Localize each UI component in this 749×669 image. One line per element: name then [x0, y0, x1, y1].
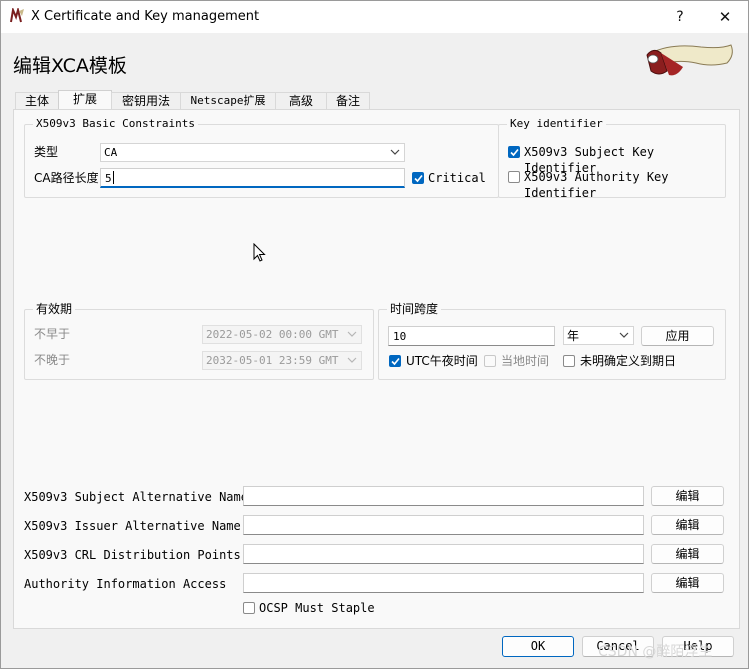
type-label: 类型 [34, 145, 59, 159]
ok-button[interactable]: OK [502, 636, 574, 657]
extension-label: X509v3 CRL Distribution Points [24, 548, 241, 562]
not-after-value: 2032-05-01 23:59 GMT [206, 354, 339, 367]
issuer-alt-name-input[interactable] [243, 515, 644, 535]
chevron-down-icon [347, 331, 357, 337]
tab-comment[interactable]: 备注 [326, 92, 370, 110]
tab-advanced[interactable]: 高级 [275, 92, 327, 110]
check-icon [510, 148, 519, 157]
chevron-down-icon [390, 149, 400, 155]
critical-label: Critical [428, 171, 486, 185]
check-icon [414, 174, 423, 183]
extension-label: X509v3 Subject Alternative Name [24, 490, 248, 504]
extension-label: Authority Information Access [24, 577, 227, 591]
tab-netscape[interactable]: Netscape扩展 [180, 92, 276, 110]
basic-constraints-group: X509v3 Basic Constraints 类型 CA CA路径长度 5 … [24, 117, 499, 198]
ca-type-value: CA [104, 146, 118, 159]
not-before-value: 2022-05-02 00:00 GMT [206, 328, 339, 341]
title-bar[interactable]: X Certificate and Key management ? ✕ [1, 1, 748, 33]
local-time-checkbox[interactable] [484, 355, 496, 367]
xca-template-dialog: X Certificate and Key management ? ✕ 编辑X… [0, 0, 749, 669]
path-length-value: 5 [105, 172, 112, 185]
time-unit-select[interactable]: 年 [563, 326, 634, 345]
edit-crl-distribution-button[interactable]: 编辑 [651, 544, 724, 564]
edit-authority-info-access-button[interactable]: 编辑 [651, 573, 724, 593]
basic-constraints-title: X509v3 Basic Constraints [33, 117, 198, 131]
validity-group: 有效期 不早于 2022-05-02 00:00 GMT 不晚于 2032-05… [24, 302, 374, 380]
ocsp-must-staple-checkbox[interactable] [243, 602, 255, 614]
authority-key-id-checkbox[interactable] [508, 171, 520, 183]
time-amount-input[interactable]: 10 [388, 326, 555, 346]
subject-key-id-checkbox[interactable] [508, 146, 520, 158]
close-window-button[interactable]: ✕ [702, 1, 748, 33]
extensions-panel: X509v3 Basic Constraints 类型 CA CA路径长度 5 … [13, 109, 740, 629]
chevron-down-icon [619, 332, 629, 338]
utc-midnight-label: UTC午夜时间 [406, 354, 478, 368]
utc-midnight-checkbox[interactable] [389, 355, 401, 367]
help-title-button[interactable]: ? [657, 1, 703, 33]
apply-button[interactable]: 应用 [641, 326, 714, 346]
time-range-title: 时间跨度 [387, 302, 442, 316]
not-after-field[interactable]: 2032-05-01 23:59 GMT [202, 351, 362, 370]
validity-title: 有效期 [33, 302, 76, 316]
crl-distribution-input[interactable] [243, 544, 644, 564]
undefined-expiry-checkbox[interactable] [563, 355, 575, 367]
undefined-expiry-label: 未明确定义到期日 [580, 354, 677, 368]
time-amount-value: 10 [393, 330, 407, 343]
watermark: CSDN @醉陌浮生 [598, 644, 713, 660]
tab-key-usage[interactable]: 密钥用法 [111, 92, 181, 110]
path-length-input[interactable]: 5 [100, 168, 405, 188]
not-before-field[interactable]: 2022-05-02 00:00 GMT [202, 325, 362, 344]
subject-alt-name-input[interactable] [243, 486, 644, 506]
edit-issuer-alt-name-button[interactable]: 编辑 [651, 515, 724, 535]
key-identifier-group: Key identifier X509v3 Subject Key Identi… [498, 117, 726, 200]
authority-key-id-label: X509v3 Authority Key Identifier [524, 170, 669, 200]
tab-subject[interactable]: 主体 [15, 92, 59, 110]
time-range-group: 时间跨度 10 年 应用 UTC午夜时间 当地时间 未明确定义到期日 [378, 302, 726, 380]
tab-extensions[interactable]: 扩展 [58, 90, 112, 111]
mouse-pointer-icon [253, 243, 266, 262]
dialog-heading: 编辑XCA模板 [13, 55, 127, 77]
ca-type-select[interactable]: CA [100, 143, 405, 162]
xca-app-icon [10, 8, 24, 23]
local-time-label: 当地时间 [501, 354, 550, 368]
window-title: X Certificate and Key management [31, 9, 260, 24]
check-icon [391, 357, 400, 366]
path-length-label: CA路径长度 [34, 171, 99, 185]
authority-info-access-input[interactable] [243, 573, 644, 593]
not-after-label: 不晚于 [34, 353, 71, 367]
not-before-label: 不早于 [34, 327, 71, 341]
extension-label: X509v3 Issuer Alternative Name [24, 519, 241, 533]
key-identifier-title: Key identifier [507, 117, 606, 131]
edit-subject-alt-name-button[interactable]: 编辑 [651, 486, 724, 506]
ocsp-must-staple-label: OCSP Must Staple [259, 601, 375, 615]
chevron-down-icon [347, 357, 357, 363]
time-unit-value: 年 [567, 329, 580, 343]
scroll-logo-icon [646, 44, 733, 76]
critical-checkbox[interactable] [412, 172, 424, 184]
